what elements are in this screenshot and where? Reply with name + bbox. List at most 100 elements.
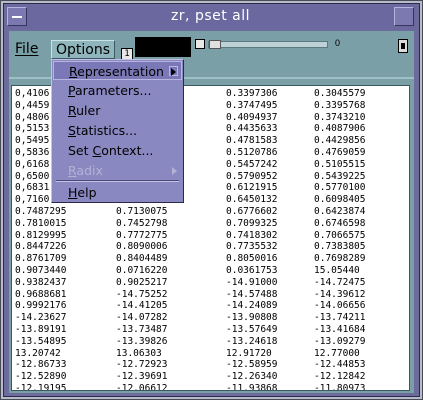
table-cell: -13.54895 <box>15 335 67 347</box>
table-cell: -14.72475 <box>314 276 366 288</box>
table-cell: 0.8050016 <box>226 253 278 265</box>
table-cell: 0.7698289 <box>314 253 366 265</box>
menu-separator <box>56 180 179 182</box>
table-cell: 0.7487295 <box>15 206 67 217</box>
table-cell: 0.6746598 <box>314 217 366 229</box>
window-close-button[interactable] <box>394 7 414 26</box>
menu-item-statistics[interactable]: Statistics... <box>53 121 182 140</box>
menu-options[interactable]: Options <box>51 40 115 59</box>
table-cell: -14.23627 <box>15 312 67 324</box>
table-cell: 0.5790952 <box>226 170 278 182</box>
table-cell: 0.3743210 <box>314 111 366 123</box>
table-cell: -13.90808 <box>226 312 278 324</box>
chevron-right-icon <box>172 167 177 175</box>
table-cell: 0,5836 <box>15 147 50 158</box>
table-cell: -13.09279 <box>314 335 366 347</box>
table-cell: 0.7099325 <box>226 217 278 229</box>
table-cell: 0.9025217 <box>116 276 168 288</box>
menu-item-help[interactable]: Help <box>53 183 182 202</box>
table-cell: 0.3397306 <box>226 88 278 99</box>
title-bar[interactable]: zr, pset all <box>5 5 416 29</box>
app-window: zr, pset all File Options 1 0 0,4106 0.33… <box>0 0 423 400</box>
table-row: -13.89191 -13.73487 -13.57649 -13.41684 <box>12 324 409 336</box>
table-cell: -13.24618 <box>226 335 278 347</box>
table-cell: 0.5120786 <box>226 147 278 158</box>
table-cell: 0.6098405 <box>314 194 366 206</box>
table-cell: 0.7452798 <box>116 217 168 229</box>
table-row: -12.52890 -12.39691 -12.26340 -12.12842 <box>12 371 409 383</box>
table-cell: 0.5439225 <box>314 170 366 182</box>
menu-file[interactable]: File <box>15 40 51 59</box>
table-cell: 0,6831 <box>15 182 50 194</box>
table-cell: 0.6450132 <box>226 194 278 206</box>
table-row: 13.20742 13.06303 12.91720 12.77000 <box>12 347 409 360</box>
menu-item-label: Representation <box>69 64 164 79</box>
table-cell: 0.7735532 <box>226 241 278 253</box>
display-swatch <box>135 37 191 57</box>
table-row: 0.7487295 0.7130075 0.6776602 0.6423874 <box>12 206 409 218</box>
table-cell: -12.52890 <box>15 371 67 383</box>
table-cell: 0.5105515 <box>314 158 366 170</box>
table-cell: 0.7810015 <box>15 217 67 229</box>
table-cell: -13.89191 <box>15 324 67 335</box>
menu-item-label: Ruler <box>68 103 101 118</box>
zoom-slider[interactable] <box>208 40 328 49</box>
table-cell: -12.58959 <box>226 359 278 371</box>
table-cell: 0.8090006 <box>116 241 168 253</box>
bell-icon[interactable] <box>398 39 408 53</box>
table-cell: -14.39612 <box>314 288 366 300</box>
table-cell: 0.8447226 <box>15 241 67 253</box>
table-cell: 0.4769059 <box>314 147 366 158</box>
menu-item-set-context[interactable]: Set Context... <box>53 141 182 160</box>
table-cell: -14.91000 <box>226 276 278 288</box>
table-cell: 0.8404489 <box>116 253 168 265</box>
table-cell: -12.26340 <box>226 371 278 383</box>
menu-item-label: Help <box>68 185 97 200</box>
table-cell: 0,5495 <box>15 135 50 147</box>
table-cell: -12.06612 <box>116 383 168 391</box>
menu-item-ruler[interactable]: Ruler <box>53 101 182 120</box>
table-cell: 0.4087906 <box>314 123 366 135</box>
table-cell: -13.57649 <box>226 324 278 335</box>
table-cell: 0.7130075 <box>116 206 168 217</box>
table-cell: 15.05440 <box>314 265 360 276</box>
table-cell: 0.6423874 <box>314 206 366 217</box>
table-cell: -14.57488 <box>226 288 278 300</box>
table-row: 0.7810015 0.7452798 0.7099325 0.6746598 <box>12 217 409 230</box>
table-cell: 0.6776602 <box>226 206 278 217</box>
table-cell: 0.4435633 <box>226 123 278 135</box>
table-cell: 0.4429856 <box>314 135 366 147</box>
menu-item-representation[interactable]: Representation <box>53 61 182 80</box>
table-cell: 0,4459 <box>15 99 50 111</box>
table-cell: 0.4094937 <box>226 111 278 123</box>
table-cell: 12.77000 <box>314 347 360 359</box>
table-cell: 0,4106 <box>15 88 50 99</box>
table-cell: -14.75252 <box>116 288 168 300</box>
chevron-right-icon <box>171 68 176 76</box>
menu-item-label: Set Context... <box>68 143 154 158</box>
table-row: 0.9073440 0.0716220 0.0361753 15.05440 <box>12 265 409 277</box>
slider-thumb[interactable] <box>209 40 221 49</box>
table-row: -12.86733 -12.72923 -12.58959 -12.44853 <box>12 359 409 371</box>
table-row: -13.54895 -13.39826 -13.24618 -13.09279 <box>12 335 409 348</box>
square-icon[interactable] <box>195 39 205 49</box>
table-cell: -11.80973 <box>314 383 366 391</box>
table-cell: 0,7160 <box>15 194 50 206</box>
menu-item-radix: Radix <box>53 161 182 180</box>
table-cell: -13.73487 <box>116 324 168 335</box>
table-cell: 0.3747495 <box>226 99 278 111</box>
table-cell: -12.72923 <box>116 359 168 371</box>
table-cell: -12.19195 <box>15 383 67 391</box>
table-cell: 0.7383805 <box>314 241 366 253</box>
table-cell: 0.5770100 <box>314 182 366 194</box>
table-cell: -14.07282 <box>116 312 168 324</box>
menu-item-parameters[interactable]: Parameters... <box>53 81 182 100</box>
table-cell: 0.8129995 <box>15 229 67 241</box>
table-cell: 0.0361753 <box>226 265 278 276</box>
table-cell: -14.24089 <box>226 300 278 312</box>
table-cell: -12.12842 <box>314 371 366 383</box>
table-row: 0.8761709 0.8404489 0.8050016 0.7698289 <box>12 253 409 265</box>
table-cell: 0.3045579 <box>314 88 366 99</box>
table-cell: 0.8761709 <box>15 253 67 265</box>
table-cell: -12.39691 <box>116 371 168 383</box>
